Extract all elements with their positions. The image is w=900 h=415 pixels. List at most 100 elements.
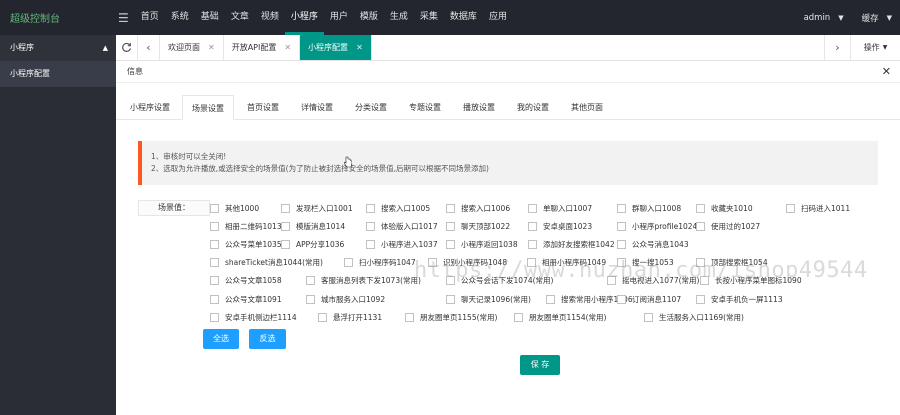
scene-checkbox[interactable]: 相册小程序码1049 [527, 257, 606, 268]
scene-checkbox[interactable]: 小程序profile1024 [617, 221, 697, 232]
save-button[interactable]: 保 存 [520, 355, 560, 375]
checkbox-box[interactable] [210, 295, 219, 304]
checkbox-box[interactable] [281, 222, 290, 231]
caret-down-icon[interactable]: ▼ [887, 14, 892, 22]
scene-checkbox[interactable]: 公众号消息1043 [617, 239, 689, 250]
sidebar-item-config[interactable]: 小程序配置 [0, 61, 116, 87]
scene-checkbox[interactable]: 摇电视进入1077(常用) [607, 275, 699, 286]
invert-selection-button[interactable]: 反选 [249, 329, 286, 349]
scene-checkbox[interactable]: 安卓桌面1023 [528, 221, 592, 232]
checkbox-box[interactable] [617, 204, 626, 213]
scene-checkbox[interactable]: 搜一搜1053 [617, 257, 674, 268]
tab-welcome[interactable]: 欢迎页面 ✕ [160, 35, 224, 60]
checkbox-box[interactable] [446, 240, 455, 249]
checkbox-box[interactable] [546, 295, 555, 304]
tab-category-settings[interactable]: 分类设置 [346, 95, 396, 120]
nav-item-user[interactable]: 用户 [324, 0, 354, 35]
tab-my-settings[interactable]: 我的设置 [508, 95, 558, 120]
caret-down-icon[interactable]: ▼ [838, 14, 843, 22]
tab-home-settings[interactable]: 首页设置 [238, 95, 288, 120]
scene-checkbox[interactable]: 收藏夹1010 [696, 203, 753, 214]
checkbox-box[interactable] [786, 204, 795, 213]
nav-item-miniprogram[interactable]: 小程序 [284, 0, 324, 35]
nav-item-system[interactable]: 系统 [165, 0, 195, 35]
scene-checkbox[interactable]: 扫小程序码1047 [344, 257, 416, 268]
scene-checkbox[interactable]: 聊天顶部1022 [446, 221, 510, 232]
scene-checkbox[interactable]: shareTicket消息1044(常用) [210, 257, 323, 268]
checkbox-box[interactable] [210, 222, 219, 231]
scene-checkbox[interactable]: 公众号文章1058 [210, 275, 282, 286]
sidebar-group-miniprogram[interactable]: 小程序 ▲ [0, 35, 116, 61]
checkbox-box[interactable] [306, 295, 315, 304]
scene-checkbox[interactable]: APP分享1036 [281, 239, 344, 250]
close-icon[interactable]: ✕ [882, 61, 891, 83]
scene-checkbox[interactable]: 长按小程序菜单图标1090 [700, 275, 802, 286]
checkbox-box[interactable] [446, 295, 455, 304]
checkbox-box[interactable] [617, 240, 626, 249]
checkbox-box[interactable] [696, 258, 705, 267]
nav-item-collect[interactable]: 采集 [414, 0, 444, 35]
chevron-right-icon[interactable]: › [824, 35, 850, 60]
tab-open-api[interactable]: 开放API配置 ✕ [224, 35, 301, 60]
checkbox-box[interactable] [210, 258, 219, 267]
checkbox-box[interactable] [446, 276, 455, 285]
refresh-icon[interactable] [116, 35, 138, 60]
checkbox-box[interactable] [696, 204, 705, 213]
tab-other-pages[interactable]: 其他页面 [562, 95, 612, 120]
checkbox-box[interactable] [281, 204, 290, 213]
nav-item-template[interactable]: 模版 [354, 0, 384, 35]
checkbox-box[interactable] [644, 313, 653, 322]
checkbox-box[interactable] [696, 222, 705, 231]
scene-checkbox[interactable]: 顶部搜索框1054 [696, 257, 768, 268]
scene-checkbox[interactable]: 其他1000 [210, 203, 259, 214]
close-icon[interactable]: ✕ [208, 43, 215, 52]
scene-checkbox[interactable]: 生活服务入口1169(常用) [644, 312, 744, 323]
scene-checkbox[interactable]: 识别小程序码1048 [428, 257, 507, 268]
user-menu[interactable]: admin [804, 13, 831, 23]
scene-checkbox[interactable]: 扫码进入1011 [786, 203, 850, 214]
checkbox-box[interactable] [210, 204, 219, 213]
checkbox-box[interactable] [405, 313, 414, 322]
nav-item-article[interactable]: 文章 [225, 0, 255, 35]
nav-item-home[interactable]: 首页 [135, 0, 165, 35]
checkbox-box[interactable] [617, 258, 626, 267]
checkbox-box[interactable] [514, 313, 523, 322]
checkbox-box[interactable] [528, 204, 537, 213]
nav-item-basic[interactable]: 基础 [195, 0, 225, 35]
cache-menu[interactable]: 缓存 [862, 12, 879, 24]
select-all-button[interactable]: 全选 [203, 329, 239, 349]
scene-checkbox[interactable]: 群聊入口1008 [617, 203, 681, 214]
checkbox-box[interactable] [446, 222, 455, 231]
scene-checkbox[interactable]: 悬浮打开1131 [318, 312, 382, 323]
checkbox-box[interactable] [281, 240, 290, 249]
scene-checkbox[interactable]: 订阅消息1107 [617, 294, 681, 305]
checkbox-box[interactable] [446, 204, 455, 213]
scene-checkbox[interactable]: 发现栏入口1001 [281, 203, 353, 214]
checkbox-box[interactable] [366, 222, 375, 231]
scene-checkbox[interactable]: 小程序返回1038 [446, 239, 518, 250]
scene-checkbox[interactable]: 客服消息列表下发1073(常用) [306, 275, 421, 286]
checkbox-box[interactable] [366, 204, 375, 213]
tab-scene-settings[interactable]: 场景设置 [182, 95, 234, 120]
tab-miniprogram-config[interactable]: 小程序配置 ✕ [300, 35, 372, 60]
nav-item-database[interactable]: 数据库 [444, 0, 483, 35]
nav-item-generate[interactable]: 生成 [384, 0, 414, 35]
scene-checkbox[interactable]: 搜索入口1006 [446, 203, 510, 214]
brand-logo[interactable]: 超级控制台 [0, 10, 116, 25]
tab-miniprogram-settings[interactable]: 小程序设置 [122, 95, 178, 120]
scene-checkbox[interactable]: 模版消息1014 [281, 221, 345, 232]
scene-checkbox[interactable]: 安卓手机负一屏1113 [696, 294, 783, 305]
scene-checkbox[interactable]: 体验版入口1017 [366, 221, 438, 232]
scene-checkbox[interactable]: 小程序进入1037 [366, 239, 438, 250]
checkbox-box[interactable] [210, 276, 219, 285]
scene-checkbox[interactable]: 安卓手机侧边栏1114 [210, 312, 297, 323]
scene-checkbox[interactable]: 公众号菜单1035 [210, 239, 282, 250]
operations-menu[interactable]: 操作 ▼ [850, 35, 900, 60]
tab-play-settings[interactable]: 播放设置 [454, 95, 504, 120]
scene-checkbox[interactable]: 相册二维码1013 [210, 221, 282, 232]
scene-checkbox[interactable]: 添加好友搜索框1042 [528, 239, 615, 250]
checkbox-box[interactable] [210, 313, 219, 322]
checkbox-box[interactable] [428, 258, 437, 267]
checkbox-box[interactable] [528, 222, 537, 231]
scene-checkbox[interactable]: 公众号文章1091 [210, 294, 282, 305]
